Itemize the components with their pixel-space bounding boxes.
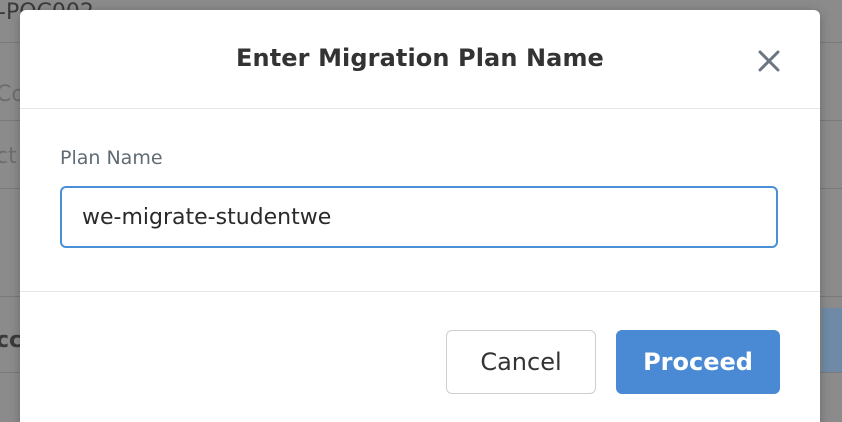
dialog-title: Enter Migration Plan Name: [236, 44, 604, 72]
close-button[interactable]: [754, 46, 784, 76]
migration-plan-name-dialog: Enter Migration Plan Name Plan Name Canc…: [20, 10, 820, 422]
dialog-header: Enter Migration Plan Name: [20, 10, 820, 109]
background-button-fragment: [822, 308, 842, 372]
background-text-fragment: cc: [0, 328, 23, 353]
proceed-button[interactable]: Proceed: [616, 330, 780, 394]
plan-name-input[interactable]: [60, 186, 778, 248]
screen: -POC002 Co ct cc Enter Migration Plan Na…: [0, 0, 842, 422]
plan-name-label: Plan Name: [60, 147, 163, 169]
cancel-button[interactable]: Cancel: [446, 330, 596, 394]
close-icon: [758, 50, 780, 72]
dialog-body: Plan Name: [20, 109, 820, 292]
background-text-fragment: ct: [0, 144, 17, 169]
